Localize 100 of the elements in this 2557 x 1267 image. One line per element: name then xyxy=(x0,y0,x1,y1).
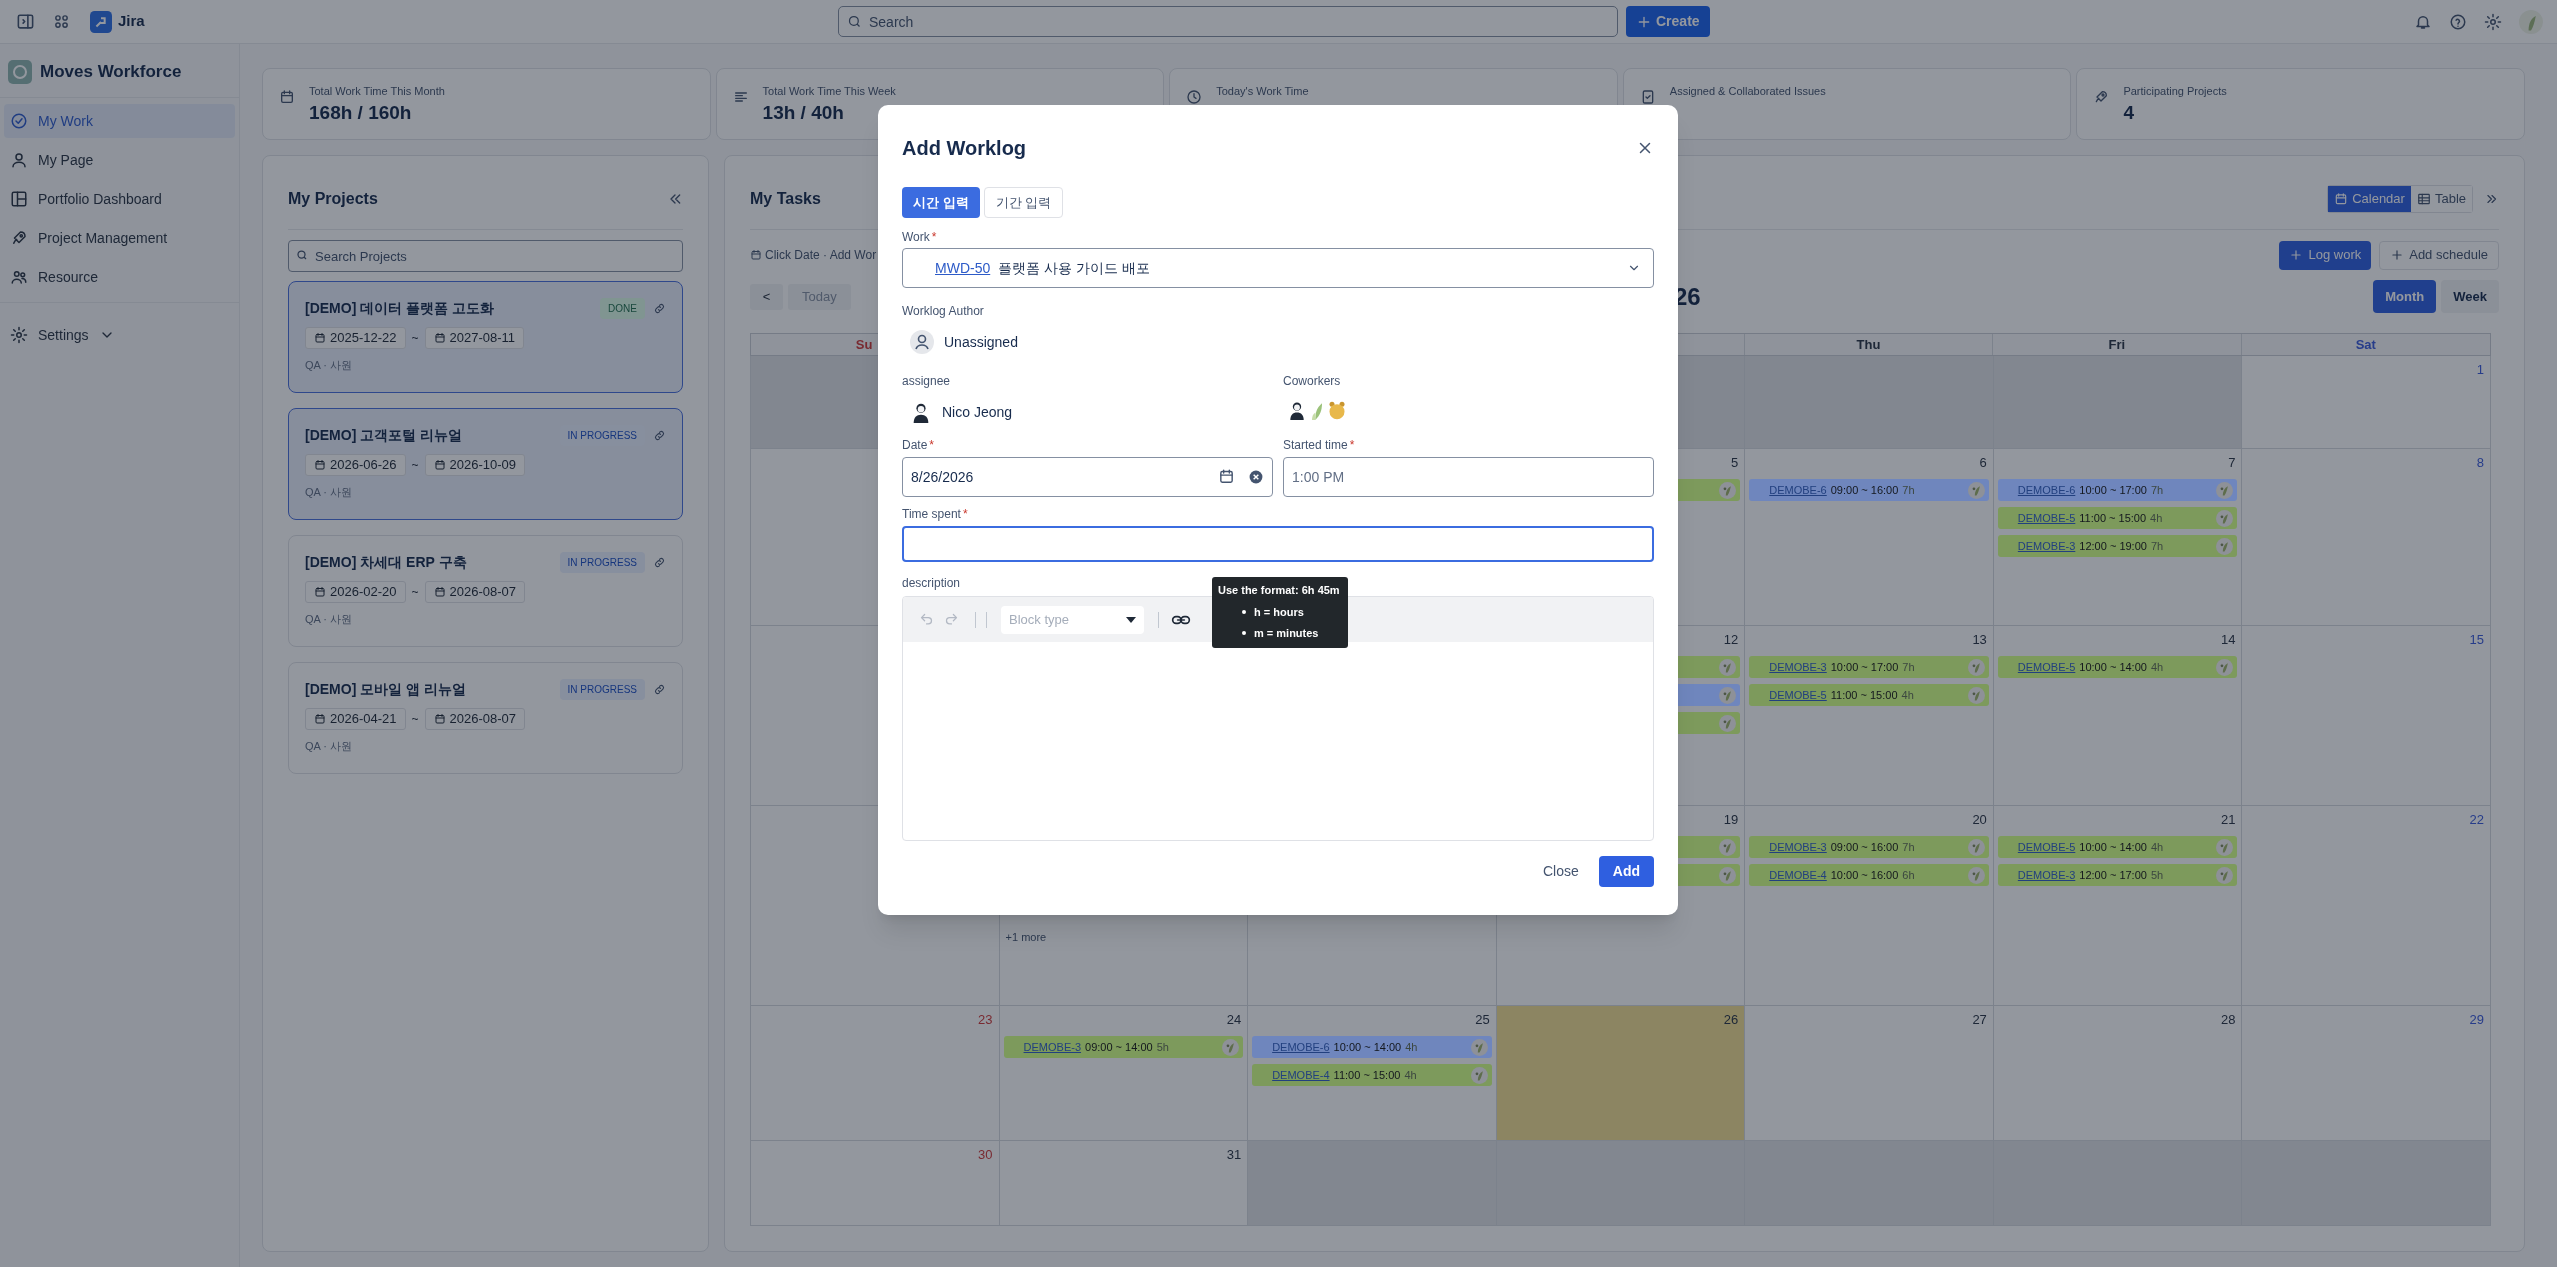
field-label: Coworkers xyxy=(1283,374,1341,388)
event-time: 12:00 ~ 19:00 xyxy=(2079,538,2147,554)
stat-label: Total Work Time This Month xyxy=(309,84,445,99)
day-number: 12 xyxy=(1723,631,1739,648)
event-time: 10:00 ~ 17:00 xyxy=(1830,659,1899,675)
day-number: 7 xyxy=(2228,454,2236,471)
author-name: Unassigned xyxy=(944,332,1018,352)
event-time: 10:00 ~ 16:00 xyxy=(1830,867,1899,883)
event-time: 10:00 ~ 17:00 xyxy=(2079,482,2147,498)
status-badge: DONE xyxy=(600,298,645,319)
day-number: 27 xyxy=(1972,1011,1987,1028)
date-chip: 2026-02-20 xyxy=(305,581,406,603)
event-duration: 6h xyxy=(1902,867,1915,883)
day-number: 20 xyxy=(1972,811,1987,828)
field-label: Worklog Author xyxy=(902,304,984,318)
status-badge: IN PROGRESS xyxy=(559,552,645,573)
day-number: 21 xyxy=(2220,811,2236,828)
event-time: 09:00 ~ 16:00 xyxy=(1830,482,1899,498)
tooltip-item: h = hours xyxy=(1254,604,1304,620)
event-duration: 5h xyxy=(2150,867,2164,883)
event-duration: 7h xyxy=(1902,839,1915,855)
tooltip-item: m = minutes xyxy=(1254,626,1319,641)
panel-title: My Projects xyxy=(288,188,378,209)
field-label: Started time xyxy=(1283,438,1348,452)
stat-label: Assigned & Collaborated Issues xyxy=(1669,84,1826,99)
event-duration: 7h xyxy=(1902,482,1915,498)
project-name: [DEMO] 차세대 ERP 구축 xyxy=(305,553,467,572)
issue-title: 플랫폼 사용 가이드 배포 xyxy=(998,258,1150,278)
weekday-label: Thu xyxy=(1856,335,1881,354)
date-chip: 2026-08-07 xyxy=(424,581,525,603)
day-number: 31 xyxy=(1226,1146,1242,1163)
stat-label: Participating Projects xyxy=(2123,84,2227,99)
date-chip: 2025-12-22 xyxy=(305,327,406,349)
event-duration: 4h xyxy=(2150,510,2163,526)
day-number: 25 xyxy=(1475,1011,1490,1028)
project-role: QA · 사원 xyxy=(305,358,354,373)
date-chip: 2026-10-09 xyxy=(424,454,525,476)
event-duration: 4h xyxy=(1405,1039,1418,1055)
weekday-label: Sat xyxy=(2355,335,2376,354)
day-number: 28 xyxy=(2220,1011,2236,1028)
event-duration: 7h xyxy=(2150,538,2164,554)
event-duration: 7h xyxy=(2150,482,2164,498)
date-separator: ~ xyxy=(411,457,419,474)
project-name: [DEMO] 데이터 플랫폼 고도화 xyxy=(305,299,494,318)
day-number: 15 xyxy=(2469,631,2484,648)
event-time: 10:00 ~ 14:00 xyxy=(1333,1039,1402,1055)
event-duration: 4h xyxy=(1404,1067,1417,1083)
project-name: [DEMO] 고객포털 리뉴얼 xyxy=(305,426,463,445)
dialog-title: Add Worklog xyxy=(902,136,1027,161)
assignee-name: Nico Jeong xyxy=(942,402,1013,422)
weekday-label: Su xyxy=(855,335,873,354)
date-separator: ~ xyxy=(411,711,419,728)
day-number: 13 xyxy=(1972,631,1987,648)
event-duration: 5h xyxy=(1156,1039,1169,1055)
day-number: 30 xyxy=(978,1146,993,1163)
day-number: 5 xyxy=(1731,454,1739,471)
day-number: 1 xyxy=(2476,361,2484,378)
status-badge: IN PROGRESS xyxy=(559,679,645,700)
date-chip: 2026-04-21 xyxy=(305,708,406,730)
tooltip-title: Use the format: 6h 45m xyxy=(1218,583,1341,598)
weekday-label: Fri xyxy=(2108,335,2126,354)
event-time: 10:00 ~ 14:00 xyxy=(2079,839,2147,855)
date-chip: 2026-06-26 xyxy=(305,454,406,476)
day-number: 14 xyxy=(2220,631,2236,648)
field-label: description xyxy=(902,576,961,590)
field-label: assignee xyxy=(902,374,951,388)
event-duration: 4h xyxy=(2150,839,2164,855)
day-number: 22 xyxy=(2469,811,2484,828)
date-chip: 2026-08-07 xyxy=(424,708,525,730)
stat-value: 168h / 160h xyxy=(309,100,413,125)
date-separator: ~ xyxy=(411,584,419,601)
stat-label: Total Work Time This Week xyxy=(762,84,896,99)
project-name: [DEMO] 모바일 앱 리뉴얼 xyxy=(305,680,466,699)
event-time: 12:00 ~ 17:00 xyxy=(2079,867,2147,883)
event-time: 11:00 ~ 15:00 xyxy=(1333,1067,1401,1083)
project-role: QA · 사원 xyxy=(305,612,354,627)
day-number: 29 xyxy=(2469,1011,2484,1028)
event-time: 11:00 ~ 15:00 xyxy=(2079,510,2147,526)
panel-title: My Tasks xyxy=(750,188,821,209)
day-number: 8 xyxy=(2476,454,2484,471)
event-duration: 4h xyxy=(2150,659,2164,675)
stat-label: Today's Work Time xyxy=(1216,84,1309,99)
day-number: 6 xyxy=(1979,454,1987,471)
required-mark: * xyxy=(929,438,935,452)
day-number: 23 xyxy=(978,1011,993,1028)
field-label: Date xyxy=(902,438,928,452)
project-role: QA · 사원 xyxy=(305,739,354,754)
day-number: 26 xyxy=(1723,1011,1739,1028)
stat-value: 4 xyxy=(2123,100,2135,125)
field-label: Work xyxy=(902,230,930,244)
day-number: 24 xyxy=(1226,1011,1242,1028)
day-number: 19 xyxy=(1723,811,1739,828)
required-mark: * xyxy=(962,507,968,521)
field-label: Time spent xyxy=(902,507,961,521)
required-mark: * xyxy=(1349,438,1355,452)
calendar-hint: Click Date · Add Wor xyxy=(750,246,877,264)
date-separator: ~ xyxy=(411,330,419,347)
event-time: 09:00 ~ 16:00 xyxy=(1830,839,1899,855)
project-role: QA · 사원 xyxy=(305,485,354,500)
event-time: 09:00 ~ 14:00 xyxy=(1085,1039,1153,1055)
